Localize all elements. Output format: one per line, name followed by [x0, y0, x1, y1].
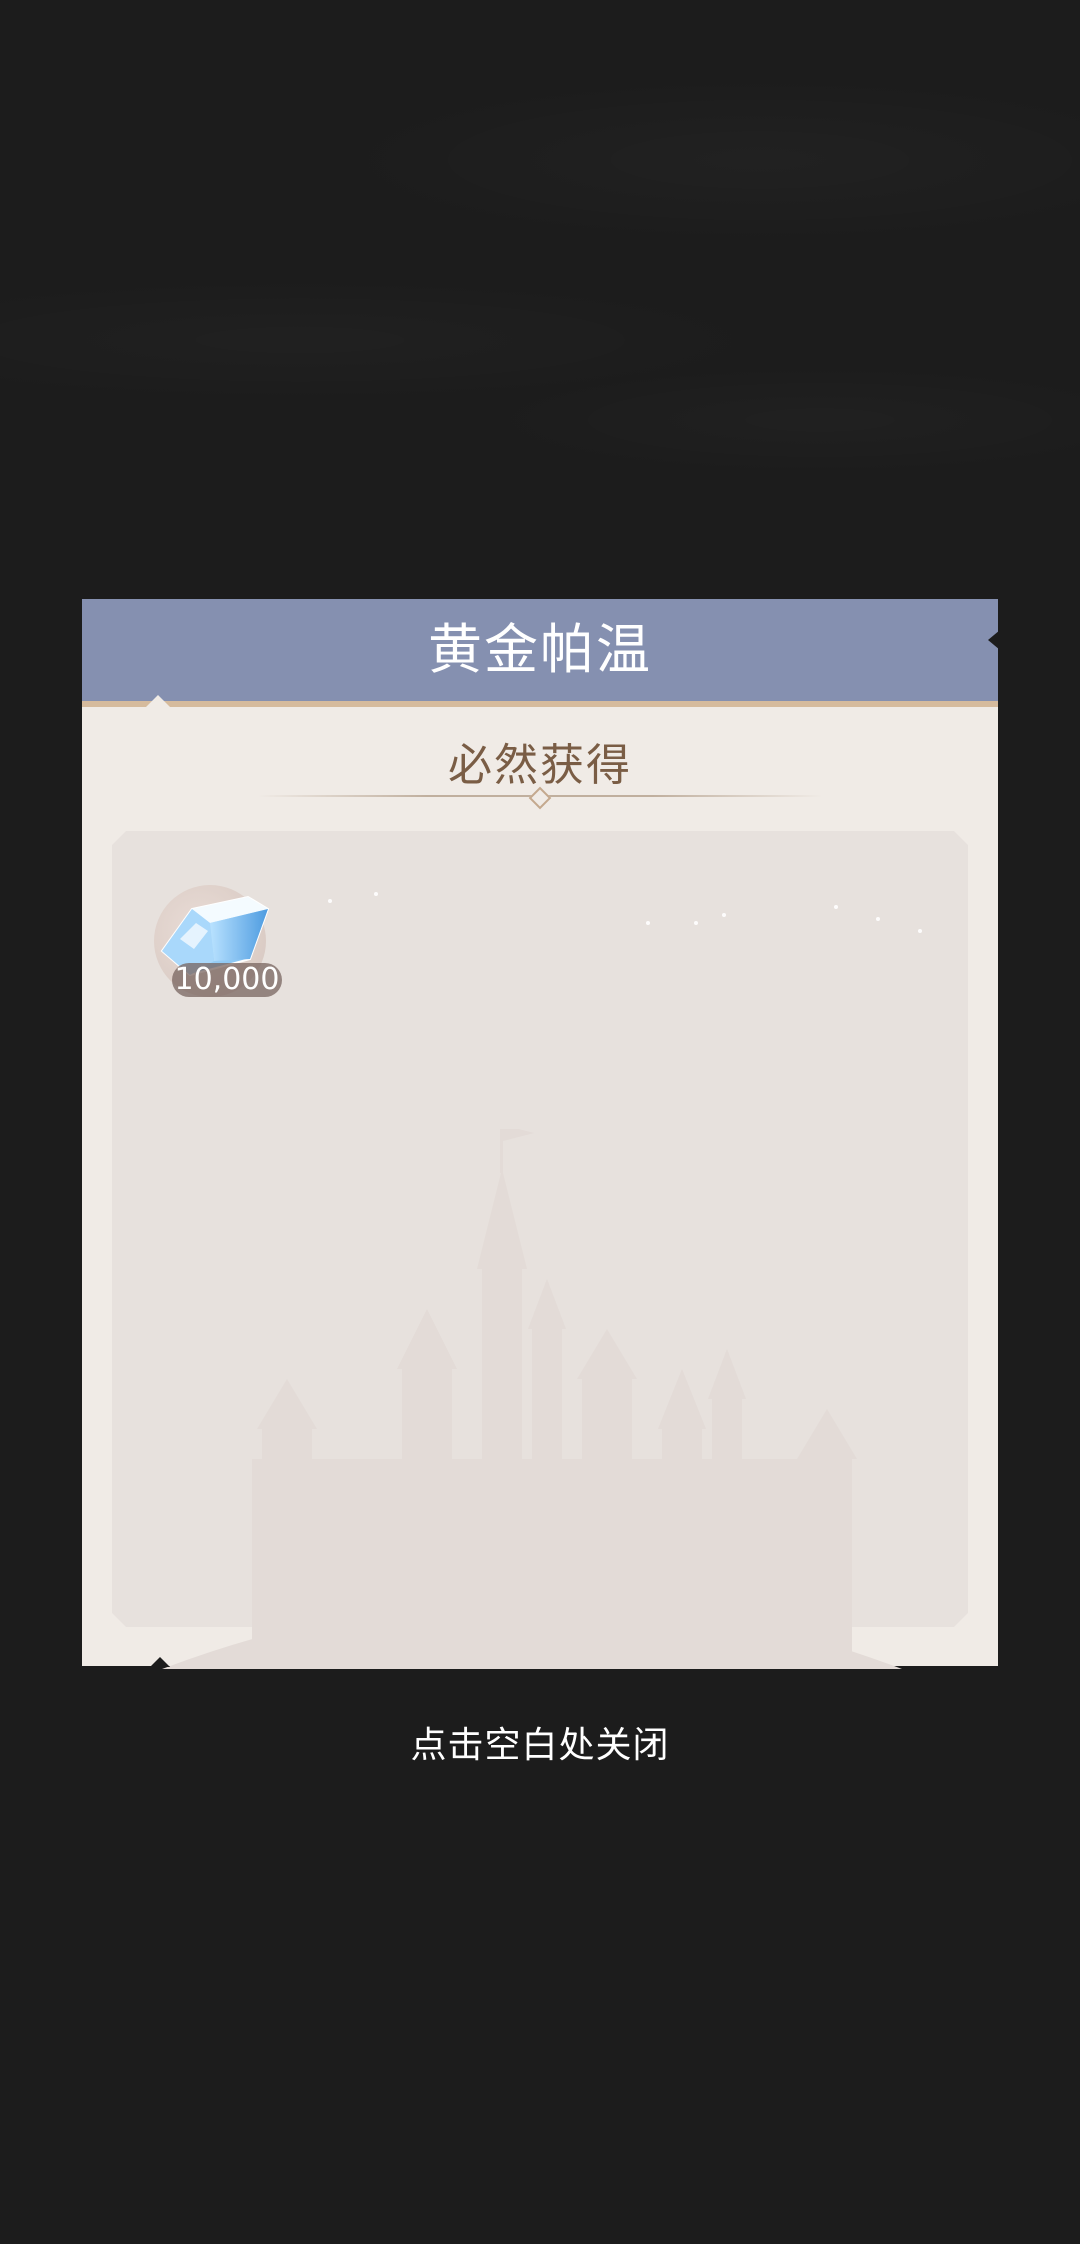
dialog-header: 黄金帕温: [82, 599, 998, 707]
reward-quantity: 10,000: [172, 963, 282, 997]
sparkle-decoration: [918, 929, 922, 933]
sparkle-decoration: [646, 921, 650, 925]
header-notch-decoration: [146, 695, 170, 707]
dimmed-background: [0, 0, 1080, 560]
sparkle-decoration: [694, 921, 698, 925]
corner-arrow-decoration: [988, 630, 1000, 650]
dialog-title: 黄金帕温: [428, 618, 652, 681]
sparkle-decoration: [328, 899, 332, 903]
sparkle-decoration: [374, 892, 378, 896]
reward-item[interactable]: 10,000: [150, 885, 286, 1005]
sparkle-decoration: [834, 905, 838, 909]
castle-silhouette-icon: [162, 1129, 902, 1669]
screen-root[interactable]: 黄金帕温 必然获得 10,000 点击空白处关闭: [0, 0, 1080, 2244]
dialog-bottom-notch-decoration: [150, 1657, 170, 1667]
sparkle-decoration: [722, 913, 726, 917]
reward-dialog: 黄金帕温 必然获得 10,000: [82, 599, 998, 1669]
section-title: 必然获得: [448, 740, 632, 791]
tap-to-close-hint: 点击空白处关闭: [410, 1725, 670, 1766]
sparkle-decoration: [876, 917, 880, 921]
